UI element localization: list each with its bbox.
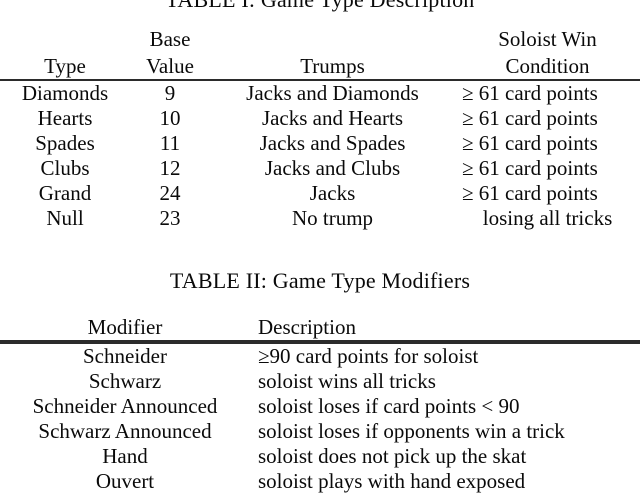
table-1-header-win-condition: Condition (505, 54, 590, 78)
table-1-header-base-value: Value (146, 54, 194, 78)
table-1-header-trumps: Trumps (300, 54, 365, 78)
table-row: Schwarz soloist wins all tricks (0, 369, 640, 394)
cell-base-value: 9 (164, 81, 176, 105)
table-1-header-win-line1: Soloist Win (498, 27, 597, 51)
table-row: Ouvert soloist plays with hand exposed (0, 469, 640, 494)
cell-base-value: 10 (159, 106, 181, 130)
cell-base-value: 24 (159, 181, 181, 205)
table-1-header-type: Type (44, 54, 86, 78)
cell-description: soloist does not pick up the skat (258, 444, 527, 468)
cell-type: Hearts (37, 106, 93, 130)
table-row: Spades 11 Jacks and Spades ≥ 61 card poi… (0, 131, 640, 156)
table-1-header-row-2: Type Value Trumps Condition (0, 52, 640, 80)
table-1-head: Base Soloist Win Type Value Trumps Condi… (0, 24, 640, 82)
cell-base-value: 23 (159, 206, 181, 230)
table-2-header-description: Description (258, 315, 356, 339)
cell-modifier: Ouvert (95, 469, 155, 493)
cell-type: Clubs (40, 156, 90, 180)
table-1-header-row-1: Base Soloist Win (0, 24, 640, 52)
table-2-header-modifier: Modifier (87, 315, 163, 339)
cell-description: ≥90 card points for soloist (258, 344, 479, 368)
cell-type: Diamonds (21, 81, 109, 105)
table-row: Hearts 10 Jacks and Hearts ≥ 61 card poi… (0, 106, 640, 131)
table-1: Base Soloist Win Type Value Trumps Condi… (0, 24, 640, 231)
table-1-body: Diamonds 9 Jacks and Diamonds ≥ 61 card … (0, 81, 640, 231)
cell-type: Null (46, 206, 84, 230)
table-row: Schneider Announced soloist loses if car… (0, 394, 640, 419)
table-2-head: Modifier Description (0, 312, 640, 345)
table-1-header-trumps-line1 (210, 24, 455, 52)
table-row: Diamonds 9 Jacks and Diamonds ≥ 61 card … (0, 81, 640, 106)
cell-trumps: Jacks and Spades (259, 131, 406, 155)
cell-trumps: Jacks and Hearts (261, 106, 404, 130)
cell-trumps: No trump (291, 206, 374, 230)
table-row: Hand soloist does not pick up the skat (0, 444, 640, 469)
table-2-caption: TABLE II: Game Type Modifiers (169, 268, 471, 293)
table-2-body: Schneider ≥90 card points for soloist Sc… (0, 344, 640, 494)
cell-win-condition: ≥ 61 card points (462, 81, 598, 105)
cell-description: soloist plays with hand exposed (258, 469, 526, 493)
document-page: TABLE I: Game Type Description Base Solo… (0, 0, 640, 500)
cell-win-condition: ≥ 61 card points (462, 131, 598, 155)
table-row: Schwarz Announced soloist loses if oppon… (0, 419, 640, 444)
cell-modifier: Schneider Announced (32, 394, 218, 418)
cell-win-condition: ≥ 61 card points (462, 156, 598, 180)
table-row: Grand 24 Jacks ≥ 61 card points (0, 181, 640, 206)
table-1-caption: TABLE I: Game Type Description (0, 0, 640, 13)
cell-win-condition: ≥ 61 card points (462, 106, 598, 130)
cell-base-value: 12 (159, 156, 181, 180)
cell-win-condition: losing all tricks (482, 206, 613, 230)
table-2-header-row: Modifier Description (0, 312, 640, 341)
table-row: Clubs 12 Jacks and Clubs ≥ 61 card point… (0, 156, 640, 181)
table-1-header-base-line1: Base (149, 27, 191, 51)
table-row: Null 23 No trump losing all tricks (0, 206, 640, 231)
cell-description: soloist loses if card points < 90 (258, 394, 520, 418)
cell-description: soloist wins all tricks (258, 369, 436, 393)
cell-type: Grand (38, 181, 92, 205)
table-row: Schneider ≥90 card points for soloist (0, 344, 640, 369)
cell-base-value: 11 (159, 131, 181, 155)
cell-trumps: Jacks (309, 181, 356, 205)
cell-modifier: Schneider (83, 344, 167, 368)
cell-type: Spades (35, 131, 95, 155)
cell-modifier: Schwarz (88, 369, 162, 393)
cell-modifier: Schwarz Announced (38, 419, 212, 443)
cell-trumps: Jacks and Diamonds (246, 81, 419, 105)
cell-description: soloist loses if opponents win a trick (258, 419, 565, 443)
cell-modifier: Hand (102, 444, 148, 468)
cell-win-condition: ≥ 61 card points (462, 181, 598, 205)
cell-trumps: Jacks and Clubs (264, 156, 401, 180)
table-1-header-type-line1 (0, 24, 130, 52)
table-2: Modifier Description Schneider ≥90 card … (0, 312, 640, 494)
